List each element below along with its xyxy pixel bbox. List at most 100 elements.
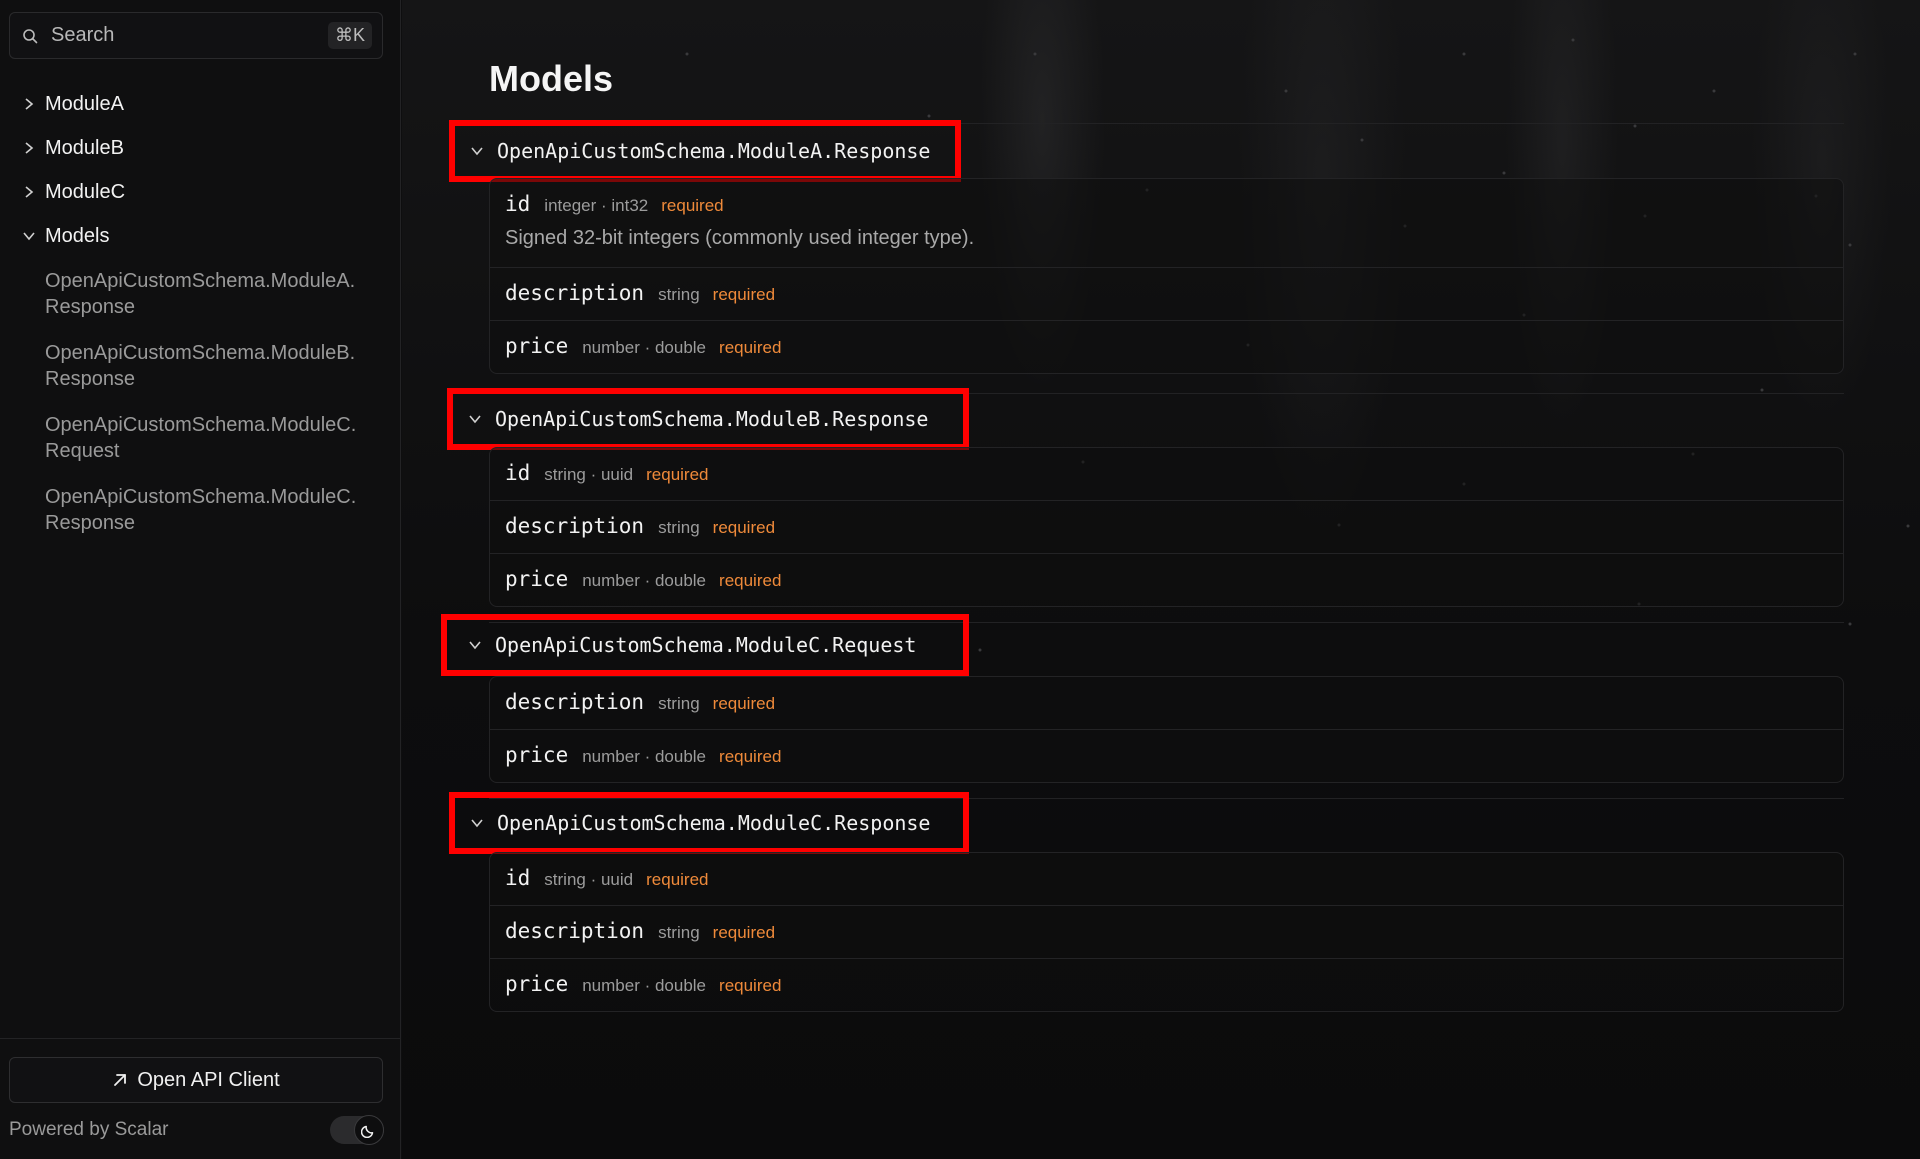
sidebar-item-modulea[interactable]: ModuleA: [0, 82, 400, 126]
required-badge: required: [661, 196, 724, 215]
page-title: Models: [489, 58, 614, 99]
main-content: Models OpenApiCustomSchema.ModuleA.Respo…: [402, 0, 1920, 1159]
property-type: number · double: [582, 747, 707, 766]
theme-toggle[interactable]: [330, 1115, 384, 1145]
property-name: price: [505, 743, 569, 767]
property-name: price: [505, 334, 569, 358]
property-row: id integer · int32 required Signed 32-bi…: [490, 179, 1843, 267]
required-badge: required: [712, 923, 776, 942]
sidebar-item-modulec[interactable]: ModuleC: [0, 170, 400, 214]
required-badge: required: [646, 870, 709, 889]
required-badge: required: [719, 338, 782, 357]
model-name: OpenApiCustomSchema.ModuleC.Request: [495, 633, 917, 657]
property-name: id: [505, 461, 531, 485]
chevron-down-icon: [465, 409, 485, 429]
property-type: string · uuid: [544, 465, 634, 484]
model-link-line: Response: [45, 296, 136, 318]
property-row: description string required: [490, 677, 1843, 729]
chevron-right-icon: [20, 183, 38, 201]
required-badge: required: [712, 518, 776, 537]
open-api-client-button[interactable]: Open API Client: [9, 1057, 383, 1103]
sidebar: Search ⌘K ModuleA ModuleB ModuleC Models: [0, 0, 401, 1159]
sidebar-footer: Open API Client Powered by Scalar: [0, 1038, 400, 1159]
sidebar-item-label: Models: [45, 224, 110, 247]
open-api-client-label: Open API Client: [137, 1068, 280, 1091]
required-badge: required: [712, 694, 776, 713]
chevron-right-icon: [20, 95, 38, 113]
property-row: description string required: [490, 500, 1843, 553]
property-type: number · double: [582, 571, 707, 590]
sidebar-item-label: ModuleC: [45, 180, 126, 203]
property-description: Signed 32-bit integers (commonly used in…: [505, 227, 975, 249]
powered-by-link[interactable]: Powered by Scalar: [9, 1119, 168, 1141]
property-name: description: [505, 690, 645, 714]
app-window: Search ⌘K ModuleA ModuleB ModuleC Models: [0, 0, 1920, 1159]
sidebar-model-link[interactable]: OpenApiCustomSchema.ModuleA. Response: [0, 262, 400, 326]
sidebar-item-moduleb[interactable]: ModuleB: [0, 126, 400, 170]
model-link-line: OpenApiCustomSchema.ModuleC.: [45, 414, 357, 436]
property-name: price: [505, 567, 569, 591]
required-badge: required: [712, 285, 776, 304]
sidebar-item-label: ModuleA: [45, 92, 124, 115]
property-name: id: [505, 866, 531, 890]
model-name: OpenApiCustomSchema.ModuleC.Response: [497, 811, 931, 835]
required-badge: required: [719, 976, 782, 995]
property-type: string · uuid: [544, 870, 634, 889]
property-type: string: [658, 285, 700, 304]
model-link-line: OpenApiCustomSchema.ModuleB.: [45, 342, 356, 364]
sidebar-item-models[interactable]: Models: [0, 214, 400, 258]
model-header-toggle[interactable]: OpenApiCustomSchema.ModuleA.Response: [449, 120, 961, 182]
chevron-down-icon: [465, 635, 485, 655]
model-header-toggle[interactable]: OpenApiCustomSchema.ModuleC.Response: [449, 792, 969, 854]
property-list: description string required price number…: [489, 676, 1844, 783]
search-placeholder: Search: [51, 24, 115, 46]
property-type: string: [658, 518, 700, 537]
property-name: price: [505, 972, 569, 996]
property-row: description string required: [490, 267, 1843, 320]
model-name: OpenApiCustomSchema.ModuleA.Response: [497, 139, 931, 163]
property-row: price number · double required: [490, 958, 1843, 1011]
chevron-down-icon: [20, 227, 38, 245]
model-link-line: Response: [45, 368, 136, 390]
property-row: id string · uuid required: [490, 853, 1843, 905]
property-type: number · double: [582, 976, 707, 995]
model-link-line: Response: [45, 512, 136, 534]
sidebar-model-link[interactable]: OpenApiCustomSchema.ModuleC. Response: [0, 478, 400, 542]
property-type: integer · int32: [544, 196, 649, 215]
property-list: id integer · int32 required Signed 32-bi…: [489, 178, 1844, 374]
property-name: description: [505, 514, 645, 538]
property-name: id: [505, 192, 531, 216]
search-input[interactable]: Search ⌘K: [9, 12, 383, 59]
property-row: price number · double required: [490, 320, 1843, 373]
property-row: price number · double required: [490, 553, 1843, 606]
model-name: OpenApiCustomSchema.ModuleB.Response: [495, 407, 929, 431]
arrow-up-right-icon: [112, 1072, 128, 1088]
model-link-line: Request: [45, 440, 120, 462]
property-row: price number · double required: [490, 729, 1843, 782]
property-name: description: [505, 919, 645, 943]
search-icon: [22, 26, 42, 46]
chevron-right-icon: [20, 139, 38, 157]
sidebar-model-link[interactable]: OpenApiCustomSchema.ModuleB. Response: [0, 334, 400, 398]
required-badge: required: [646, 465, 709, 484]
sidebar-item-label: ModuleB: [45, 136, 124, 159]
property-list: id string · uuid required description st…: [489, 447, 1844, 607]
property-type: string: [658, 923, 700, 942]
property-name: description: [505, 281, 645, 305]
property-row: id string · uuid required: [490, 448, 1843, 500]
model-header-toggle[interactable]: OpenApiCustomSchema.ModuleC.Request: [441, 614, 969, 676]
chevron-down-icon: [467, 813, 487, 833]
required-badge: required: [719, 571, 782, 590]
chevron-down-icon: [467, 141, 487, 161]
model-link-line: OpenApiCustomSchema.ModuleA.: [45, 270, 356, 292]
model-header-toggle[interactable]: OpenApiCustomSchema.ModuleB.Response: [447, 388, 969, 450]
sidebar-nav: ModuleA ModuleB ModuleC Models OpenApiCu…: [0, 82, 400, 550]
property-type: string: [658, 694, 700, 713]
property-type: number · double: [582, 338, 707, 357]
model-link-line: OpenApiCustomSchema.ModuleC.: [45, 486, 357, 508]
moon-icon: [354, 1115, 384, 1145]
property-list: id string · uuid required description st…: [489, 852, 1844, 1012]
sidebar-model-link[interactable]: OpenApiCustomSchema.ModuleC. Request: [0, 406, 400, 470]
search-shortcut-badge: ⌘K: [327, 22, 372, 49]
required-badge: required: [719, 747, 782, 766]
